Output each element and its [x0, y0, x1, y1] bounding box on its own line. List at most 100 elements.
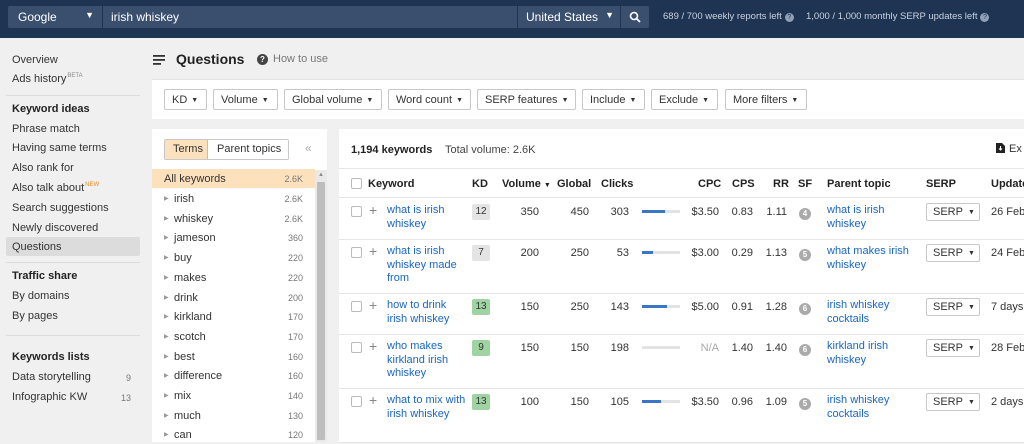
term-row[interactable]: ▶ drink 200 [152, 288, 315, 307]
keyword-link[interactable]: what to mix with irish whiskey [387, 394, 467, 421]
term-row[interactable]: ▶ buy 220 [152, 248, 315, 267]
filter-global-volume[interactable]: Global volume ▼ [284, 89, 382, 110]
term-row[interactable]: ▶ difference 160 [152, 366, 315, 385]
sidebar-item-overview[interactable]: Overview [12, 54, 58, 66]
expand-arrow-icon[interactable]: ▶ [164, 195, 169, 202]
col-rr[interactable]: RR [773, 178, 789, 190]
expand-arrow-icon[interactable]: ▶ [164, 215, 169, 222]
term-row[interactable]: ▶ mix 140 [152, 386, 315, 405]
menu-icon[interactable] [153, 55, 166, 68]
sidebar-item-ads-history[interactable]: Ads historyBETA [12, 73, 83, 85]
add-to-list-icon[interactable]: + [369, 297, 377, 313]
serp-button[interactable]: SERP ▼ [926, 244, 980, 262]
collapse-panel-icon[interactable]: « [305, 141, 312, 155]
keyword-link[interactable]: who makes kirkland irish whiskey [387, 340, 467, 381]
serp-features-count[interactable]: 6 [799, 344, 811, 356]
expand-arrow-icon[interactable]: ▶ [164, 372, 169, 379]
select-all-checkbox[interactable] [351, 178, 362, 189]
col-serp[interactable]: SERP [926, 178, 956, 190]
keyword-link[interactable]: how to drink irish whiskey [387, 299, 467, 326]
serp-button[interactable]: SERP ▼ [926, 203, 980, 221]
col-parent-topic[interactable]: Parent topic [827, 178, 891, 190]
parent-topic-link[interactable]: kirkland irish whiskey [827, 340, 919, 367]
serp-features-count[interactable]: 5 [799, 398, 811, 410]
expand-arrow-icon[interactable]: ▶ [164, 254, 169, 261]
expand-arrow-icon[interactable]: ▶ [164, 313, 169, 320]
serp-button[interactable]: SERP ▼ [926, 298, 980, 316]
serp-features-count[interactable]: 5 [799, 249, 811, 261]
term-row-all[interactable]: All keywords 2.6K [152, 169, 315, 188]
term-row[interactable]: ▶ jameson 360 [152, 228, 315, 247]
scrollbar-thumb[interactable] [317, 182, 325, 440]
add-to-list-icon[interactable]: + [369, 243, 377, 259]
serp-features-count[interactable]: 6 [799, 303, 811, 315]
tab-terms[interactable]: Terms [165, 140, 208, 159]
parent-topic-link[interactable]: irish whiskey cocktails [827, 299, 919, 326]
sidebar-item-search-suggestions[interactable]: Search suggestions [12, 202, 109, 214]
col-sf[interactable]: SF [798, 178, 812, 190]
help-icon[interactable]: ? [980, 13, 990, 22]
tab-parent-topics[interactable]: Parent topics [209, 140, 289, 159]
sidebar-item-by-domains[interactable]: By domains [12, 290, 69, 302]
scroll-up-icon[interactable]: ▲ [318, 172, 324, 178]
expand-arrow-icon[interactable]: ▶ [164, 333, 169, 340]
term-row[interactable]: ▶ makes 220 [152, 268, 315, 287]
sidebar-list-infographic-kw[interactable]: Infographic KW [12, 391, 87, 403]
filter-include[interactable]: Include ▼ [582, 89, 645, 110]
terms-scrollbar[interactable]: ▲ [315, 170, 327, 442]
row-checkbox[interactable] [351, 247, 362, 258]
filter-exclude[interactable]: Exclude ▼ [651, 89, 718, 110]
sidebar-item-newly-discovered[interactable]: Newly discovered [12, 222, 98, 234]
parent-topic-link[interactable]: what makes irish whiskey [827, 245, 919, 272]
sidebar-item-also-talk[interactable]: Also talk aboutNEW [12, 182, 99, 194]
parent-topic-link[interactable]: irish whiskey cocktails [827, 394, 919, 421]
filter-more[interactable]: More filters ▼ [725, 89, 807, 110]
filter-volume[interactable]: Volume ▼ [213, 89, 278, 110]
help-icon[interactable]: ? [784, 13, 794, 22]
row-checkbox[interactable] [351, 206, 362, 217]
how-to-use-link[interactable]: How to use [273, 53, 328, 65]
term-row[interactable]: ▶ kirkland 170 [152, 307, 315, 326]
col-keyword[interactable]: Keyword [368, 178, 414, 190]
expand-arrow-icon[interactable]: ▶ [164, 392, 169, 399]
term-row[interactable]: ▶ can 120 [152, 425, 315, 444]
expand-arrow-icon[interactable]: ▶ [164, 353, 169, 360]
sidebar-item-by-pages[interactable]: By pages [12, 310, 58, 322]
filter-serp-features[interactable]: SERP features ▼ [477, 89, 576, 110]
serp-button[interactable]: SERP ▼ [926, 339, 980, 357]
country-select[interactable]: United States ▼ [518, 6, 620, 28]
expand-arrow-icon[interactable]: ▶ [164, 234, 169, 241]
term-row[interactable]: ▶ scotch 170 [152, 327, 315, 346]
col-cps[interactable]: CPS [732, 178, 755, 190]
expand-arrow-icon[interactable]: ▶ [164, 412, 169, 419]
sidebar-item-questions[interactable]: Questions [12, 241, 62, 253]
col-global[interactable]: Global [557, 178, 591, 190]
expand-arrow-icon[interactable]: ▶ [164, 274, 169, 281]
col-volume[interactable]: Volume ▼ [502, 178, 551, 190]
keyword-link[interactable]: what is irish whiskey made from [387, 245, 467, 286]
term-row[interactable]: ▶ irish 2.6K [152, 189, 315, 208]
add-to-list-icon[interactable]: + [369, 202, 377, 218]
search-engine-select[interactable]: Google ▼ [8, 6, 102, 28]
export-button[interactable]: Ex [996, 143, 1022, 155]
sidebar-item-same-terms[interactable]: Having same terms [12, 142, 107, 154]
col-clicks[interactable]: Clicks [601, 178, 633, 190]
row-checkbox[interactable] [351, 301, 362, 312]
expand-arrow-icon[interactable]: ▶ [164, 294, 169, 301]
search-button[interactable] [621, 6, 649, 28]
term-row[interactable]: ▶ best 160 [152, 347, 315, 366]
row-checkbox[interactable] [351, 396, 362, 407]
row-checkbox[interactable] [351, 342, 362, 353]
sidebar-list-data-storytelling[interactable]: Data storytelling [12, 371, 91, 383]
keyword-input[interactable]: irish whiskey [103, 6, 517, 28]
help-icon[interactable]: ? [257, 54, 268, 65]
sidebar-item-phrase-match[interactable]: Phrase match [12, 123, 80, 135]
col-cpc[interactable]: CPC [698, 178, 721, 190]
add-to-list-icon[interactable]: + [369, 338, 377, 354]
serp-button[interactable]: SERP ▼ [926, 393, 980, 411]
col-kd[interactable]: KD [472, 178, 488, 190]
add-to-list-icon[interactable]: + [369, 392, 377, 408]
expand-arrow-icon[interactable]: ▶ [164, 431, 169, 438]
term-row[interactable]: ▶ much 130 [152, 406, 315, 425]
sidebar-item-also-rank[interactable]: Also rank for [12, 162, 74, 174]
